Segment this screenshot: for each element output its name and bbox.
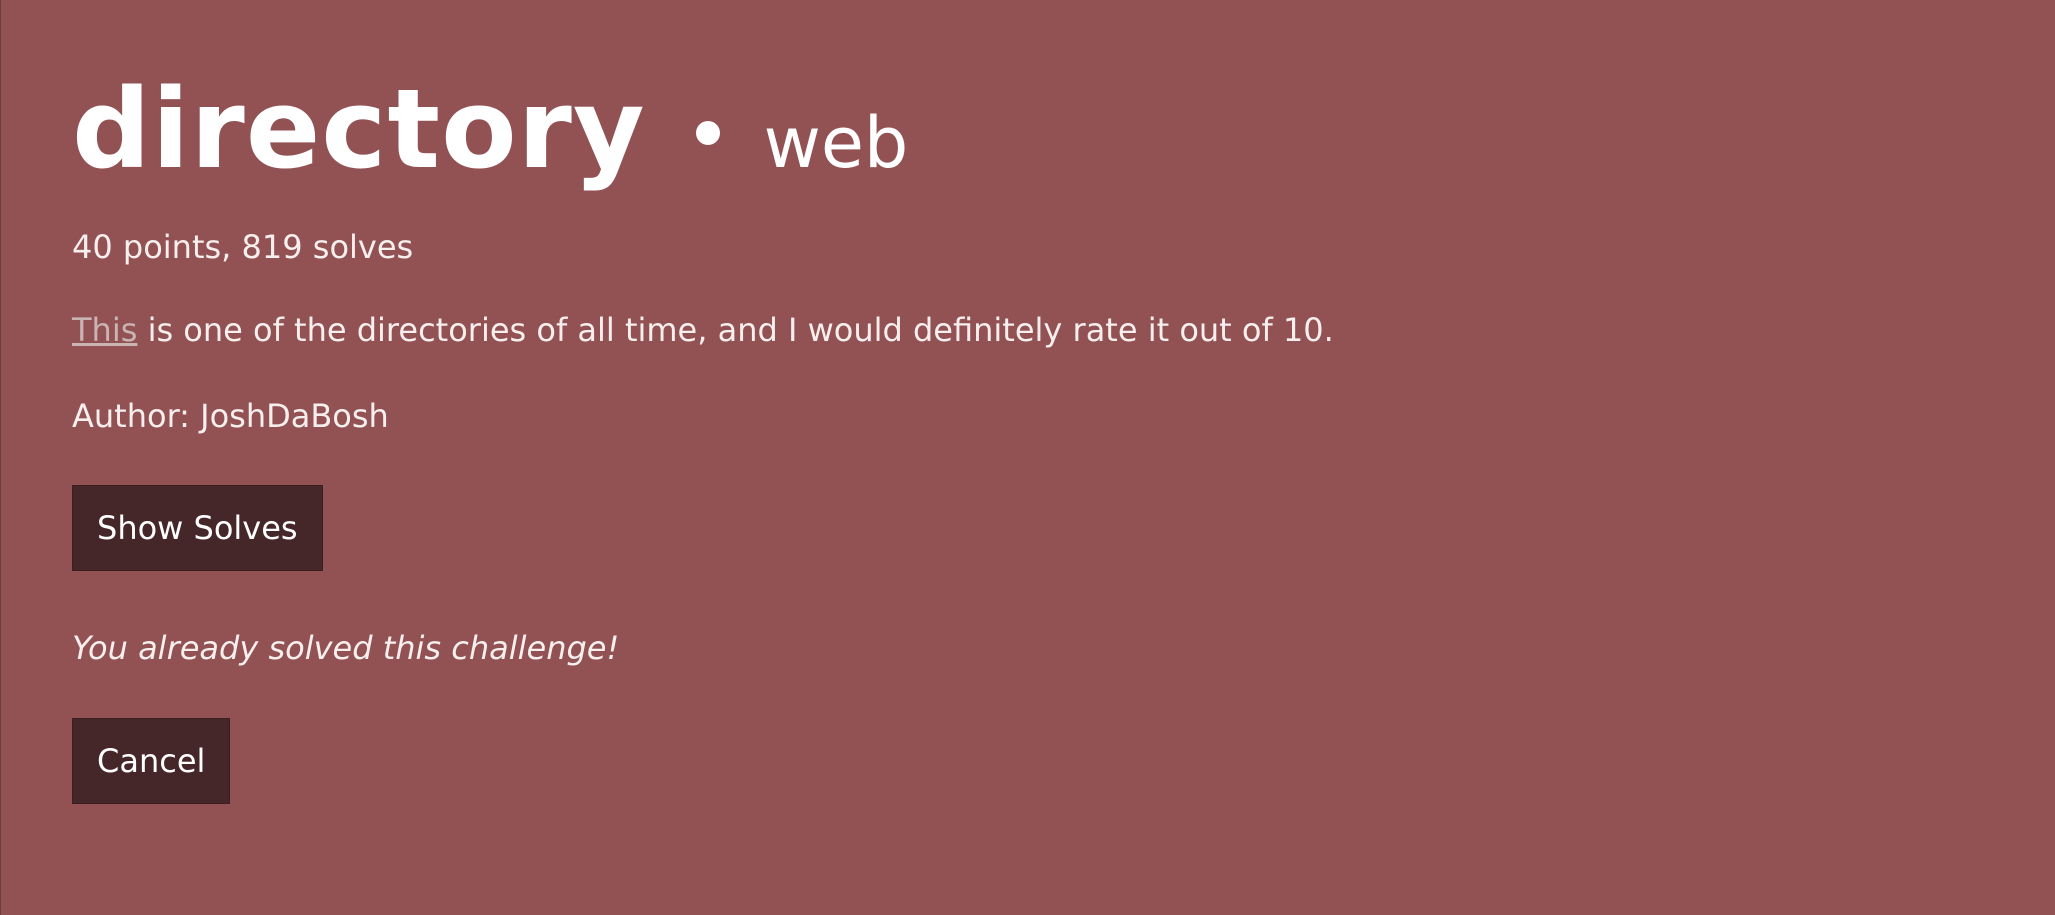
challenge-author: Author: JoshDaBosh bbox=[72, 396, 389, 435]
separator-dot-icon bbox=[695, 121, 720, 145]
solved-status-message: You already solved this challenge! bbox=[72, 629, 620, 668]
description-link[interactable]: This bbox=[72, 311, 137, 349]
show-solves-button[interactable]: Show Solves bbox=[72, 485, 323, 572]
challenge-description: This is one of the directories of all ti… bbox=[72, 311, 1972, 349]
challenge-category: web bbox=[763, 102, 909, 184]
description-text: is one of the directories of all time, a… bbox=[137, 311, 1334, 350]
cancel-button[interactable]: Cancel bbox=[72, 717, 231, 804]
challenge-stats: 40 points, 819 solves bbox=[72, 228, 414, 266]
left-edge-border bbox=[0, 0, 1, 915]
challenge-modal: directory web 40 points, 819 solves This… bbox=[72, 74, 1972, 804]
title-row: directory web bbox=[72, 74, 1972, 204]
challenge-title: directory bbox=[72, 65, 646, 193]
